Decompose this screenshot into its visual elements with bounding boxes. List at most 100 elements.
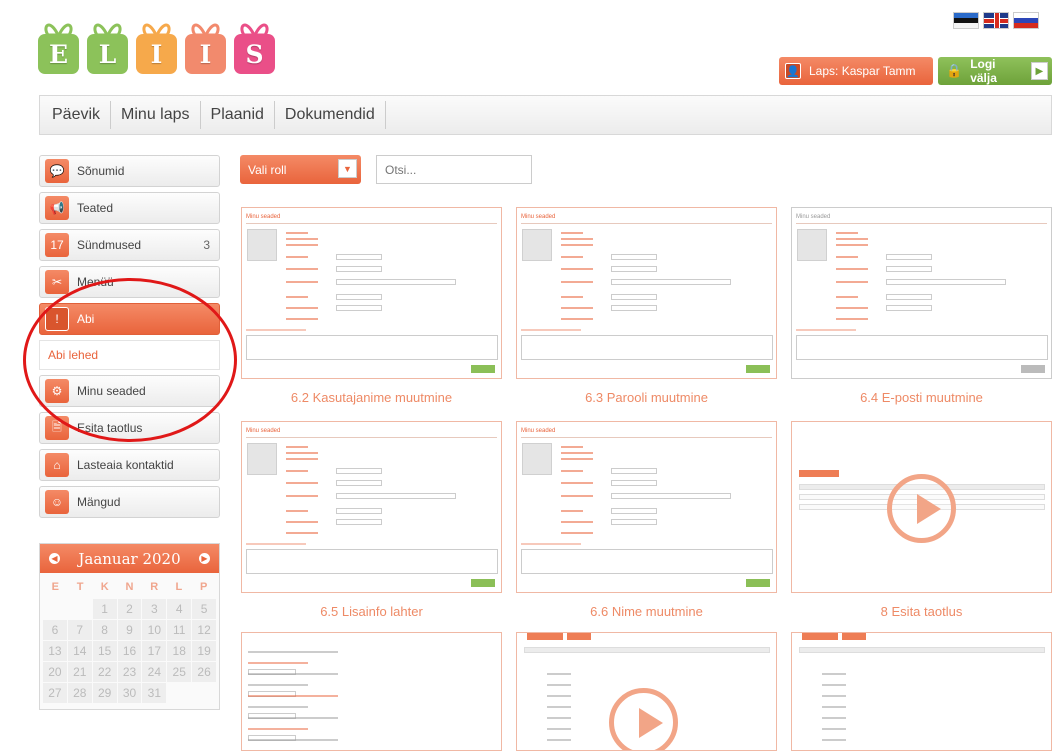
- calendar-day[interactable]: 13: [43, 641, 67, 661]
- sidebar-item-m-ngud[interactable]: ☺ Mängud: [39, 486, 220, 518]
- help-video-thumbnail[interactable]: [791, 421, 1052, 593]
- calendar-day[interactable]: 15: [92, 641, 117, 661]
- help-video-caption[interactable]: 6.2 Kasutajanime muutmine: [241, 390, 502, 405]
- help-video-thumbnail[interactable]: Minu seaded: [791, 207, 1052, 379]
- mini-label: [248, 717, 338, 719]
- child-select-button[interactable]: 👤 Laps: Kaspar Tamm: [779, 57, 933, 85]
- mini-label: [561, 458, 593, 460]
- calendar-day[interactable]: 1: [92, 599, 117, 619]
- help-video-caption[interactable]: 6.3 Parooli muutmine: [516, 390, 777, 405]
- calendar-day[interactable]: 31: [142, 683, 167, 703]
- help-video-thumbnail[interactable]: Minu seaded: [516, 207, 777, 379]
- calendar-day[interactable]: 2: [117, 599, 142, 619]
- mini-label: [248, 695, 338, 697]
- mini-divider: [246, 437, 497, 438]
- calendar-day[interactable]: 29: [92, 683, 117, 703]
- sidebar-item-esita-taotlus[interactable]: 🗎 Esita taotlus: [39, 412, 220, 444]
- help-video-thumbnail[interactable]: Minu seaded: [241, 207, 502, 379]
- mini-field: [886, 279, 1006, 285]
- nav-item-minu-laps[interactable]: Minu laps: [111, 101, 201, 129]
- elis-logo[interactable]: E L I I S: [38, 22, 275, 74]
- sidebar-item-s-numid[interactable]: 💬 Sõnumid: [39, 155, 220, 187]
- mini-label: [286, 446, 308, 448]
- calendar-day[interactable]: 12: [192, 620, 216, 640]
- sidebar-item-s-ndmused[interactable]: 17 Sündmused 3: [39, 229, 220, 261]
- avatar-placeholder-icon: [522, 229, 552, 261]
- nav-item-plaanid[interactable]: Plaanid: [201, 101, 275, 129]
- estonian-flag-icon[interactable]: [953, 12, 979, 29]
- calendar-day[interactable]: 27: [43, 683, 67, 703]
- sidebar-item-label: Menüü: [77, 275, 114, 289]
- play-icon[interactable]: [609, 688, 678, 750]
- help-video-thumbnail[interactable]: [791, 632, 1052, 751]
- calendar-day[interactable]: 16: [117, 641, 142, 661]
- mini-label: [561, 318, 593, 320]
- weekday-label: N: [125, 581, 134, 593]
- help-video-caption[interactable]: 6.4 E-posti muutmine: [791, 390, 1052, 405]
- calendar-day[interactable]: 3: [142, 599, 167, 619]
- calendar-day[interactable]: 19: [192, 641, 216, 661]
- logo-letter: E: [38, 34, 79, 74]
- help-video-caption[interactable]: 6.6 Nime muutmine: [516, 604, 777, 619]
- calendar-day[interactable]: 6: [43, 620, 67, 640]
- mini-label: [286, 256, 308, 258]
- help-video-caption[interactable]: 6.5 Lisainfo lahter: [241, 604, 502, 619]
- calendar-day[interactable]: 24: [142, 662, 167, 682]
- help-video-thumbnail[interactable]: Minu seaded: [241, 421, 502, 593]
- mini-field: [886, 294, 932, 300]
- logo-letter: I: [136, 34, 177, 74]
- mini-field: [611, 493, 731, 499]
- nav-item-paevik[interactable]: Päevik: [42, 101, 112, 129]
- mini-page-title: Minu seaded: [521, 428, 556, 434]
- sidebar-item-lasteaia-kontaktid[interactable]: ⌂ Lasteaia kontaktid: [39, 449, 220, 481]
- prev-month-icon[interactable]: ◀: [49, 553, 60, 564]
- mini-button: [842, 633, 866, 640]
- calendar-day[interactable]: 7: [67, 620, 92, 640]
- calendar-day[interactable]: 18: [167, 641, 192, 661]
- search-input[interactable]: [376, 155, 532, 184]
- english-flag-icon[interactable]: [983, 12, 1009, 29]
- next-month-icon[interactable]: ▶: [199, 553, 210, 564]
- sidebar-item-abi[interactable]: ! Abi: [39, 303, 220, 335]
- help-video-caption[interactable]: 8 Esita taotlus: [791, 604, 1052, 619]
- play-icon[interactable]: [887, 474, 956, 543]
- sidebar-item-label: Sündmused: [77, 238, 142, 252]
- help-video-thumbnail[interactable]: [516, 632, 777, 751]
- mini-label: [286, 458, 318, 460]
- sidebar: 💬 Sõnumid 📢 Teated 17 Sündmused 3 ✂ Menüü…: [39, 155, 220, 523]
- calendar-day[interactable]: 25: [167, 662, 192, 682]
- russian-flag-icon[interactable]: [1013, 12, 1039, 29]
- calendar-day[interactable]: 8: [92, 620, 117, 640]
- calendar-day[interactable]: 14: [67, 641, 92, 661]
- calendar-day[interactable]: 9: [117, 620, 142, 640]
- sidebar-item-label: Esita taotlus: [77, 421, 143, 435]
- calendar-day[interactable]: 10: [142, 620, 167, 640]
- calendar-day[interactable]: 17: [142, 641, 167, 661]
- mini-label: [286, 296, 308, 298]
- sidebar-subitem-abi-lehed[interactable]: Abi lehed: [39, 340, 220, 370]
- calendar-day[interactable]: 30: [117, 683, 142, 703]
- calendar-day[interactable]: 21: [67, 662, 92, 682]
- calendar-day[interactable]: 28: [67, 683, 92, 703]
- calendar-day[interactable]: 26: [192, 662, 216, 682]
- calendar-empty-cell: [43, 599, 67, 619]
- nav-item-dokumendid[interactable]: Dokumendid: [275, 101, 386, 129]
- calendar-day[interactable]: 20: [43, 662, 67, 682]
- mini-divider: [796, 223, 1047, 224]
- logout-button[interactable]: 🔒 Logi välja ▶: [938, 57, 1052, 85]
- calendar-day[interactable]: 4: [167, 599, 192, 619]
- calendar-day[interactable]: 23: [117, 662, 142, 682]
- sidebar-item-teated[interactable]: 📢 Teated: [39, 192, 220, 224]
- sidebar-item-minu-seaded[interactable]: ⚙ Minu seaded: [39, 375, 220, 407]
- sidebar-item-men-[interactable]: ✂ Menüü: [39, 266, 220, 298]
- role-select[interactable]: Vali roll ▼: [240, 155, 361, 184]
- calendar-day[interactable]: 5: [192, 599, 216, 619]
- help-video-thumbnail[interactable]: [241, 632, 502, 751]
- mini-label: [246, 543, 306, 545]
- calendar-day[interactable]: 11: [167, 620, 192, 640]
- help-video-thumbnail[interactable]: Minu seaded: [516, 421, 777, 593]
- mini-field: [336, 508, 382, 514]
- calendar-day[interactable]: 22: [92, 662, 117, 682]
- calendar-weekdays: ETKNRLP: [40, 573, 219, 595]
- mini-label: [822, 673, 846, 675]
